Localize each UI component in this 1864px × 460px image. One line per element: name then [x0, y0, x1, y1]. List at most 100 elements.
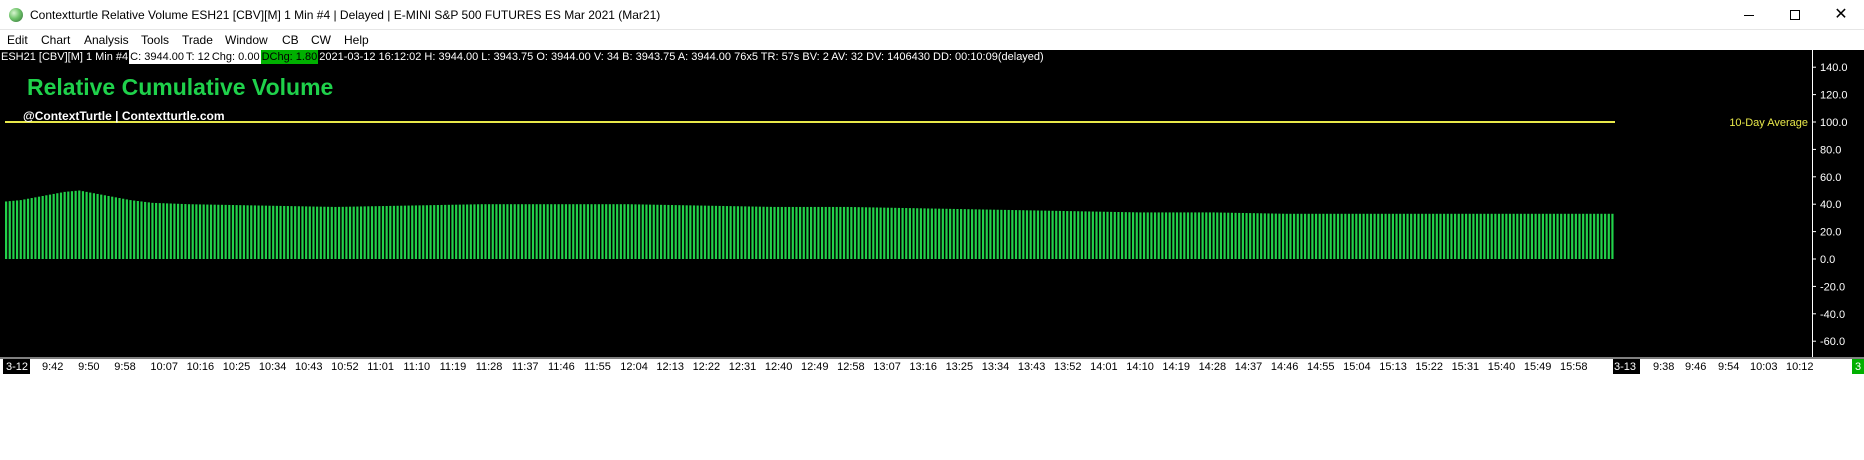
volume-bar: [1344, 213, 1347, 259]
volume-bar: [392, 205, 396, 259]
volume-bar: [436, 205, 439, 259]
volume-bar: [1571, 213, 1574, 259]
x-tick-label: 11:01: [367, 361, 394, 373]
volume-bar: [788, 206, 791, 259]
volume-bar: [129, 200, 132, 259]
relative-volume-chart[interactable]: 140.0 120.0 100.0 80.0 60.0 40.0 20.0 0.0 -20.0 -…: [0, 50, 1864, 460]
volume-bar: [498, 204, 502, 259]
menu-item-analysis[interactable]: Analysis: [84, 33, 129, 47]
volume-bar: [429, 205, 432, 259]
close-button[interactable]: ✕: [1818, 0, 1864, 30]
volume-bar: [23, 199, 26, 259]
volume-bar: [685, 205, 688, 259]
volume-bar: [627, 204, 630, 259]
app-globe-icon: [9, 8, 23, 22]
volume-bar: [1384, 213, 1387, 259]
volume-bar: [861, 207, 864, 259]
volume-bar: [1457, 213, 1460, 259]
volume-bar: [1369, 213, 1373, 259]
volume-bar: [1289, 213, 1292, 259]
volume-bar: [1003, 209, 1007, 259]
y-tick-label: -40.0: [1820, 309, 1845, 321]
volume-bar: [667, 204, 670, 259]
volume-bar: [1018, 210, 1021, 259]
menu-item-help[interactable]: Help: [344, 33, 369, 47]
volume-bar: [1402, 213, 1405, 259]
volume-bar: [1541, 213, 1545, 259]
volume-bar: [744, 206, 747, 259]
x-tick-label: 12:58: [837, 361, 865, 373]
menu-bar: Edit Chart Analysis Tools Trade Window C…: [0, 30, 1864, 50]
volume-bar: [224, 204, 227, 259]
volume-bar: [956, 209, 959, 259]
volume-bar: [5, 201, 8, 259]
volume-bar: [1088, 211, 1091, 259]
volume-bar: [700, 205, 703, 259]
menu-item-cw[interactable]: CW: [311, 33, 331, 47]
volume-bar: [19, 200, 22, 259]
x-tick-label: 3-13: [1614, 361, 1636, 373]
volume-bar: [48, 194, 52, 259]
y-tick-label: 140.0: [1820, 62, 1848, 74]
volume-bar: [1227, 212, 1230, 259]
volume-bar: [1201, 212, 1204, 259]
volume-bar: [301, 206, 304, 259]
volume-bar: [1483, 213, 1486, 259]
maximize-icon: [1790, 10, 1800, 20]
volume-bar: [1450, 213, 1453, 259]
volume-bar: [1208, 212, 1212, 259]
maximize-button[interactable]: [1772, 0, 1818, 30]
x-tick-label: 10:16: [187, 361, 215, 373]
x-tick-label: 9:58: [114, 361, 135, 373]
volume-bar: [1183, 212, 1186, 259]
volume-bar: [718, 205, 721, 259]
volume-bar: [1314, 213, 1318, 259]
menu-item-trade[interactable]: Trade: [182, 33, 213, 47]
volume-bar: [630, 204, 633, 259]
y-tick-label: -20.0: [1820, 281, 1845, 293]
volume-bar: [601, 204, 604, 259]
volume-bar: [264, 205, 267, 259]
volume-bar: [1388, 213, 1391, 259]
volume-bar: [316, 206, 319, 259]
menu-item-tools[interactable]: Tools: [141, 33, 169, 47]
menu-item-edit[interactable]: Edit: [7, 33, 28, 47]
x-tick-label: 11:37: [512, 361, 539, 373]
volume-bar: [1538, 213, 1541, 259]
volume-bar: [202, 204, 205, 259]
chart-panel[interactable]: 140.0 120.0 100.0 80.0 60.0 40.0 20.0 0.0 -20.0 -…: [0, 50, 1864, 460]
volume-bar: [949, 208, 952, 259]
volume-bar: [45, 195, 48, 259]
volume-bar: [1058, 210, 1062, 259]
volume-bar: [356, 206, 359, 259]
volume-bar: [641, 204, 644, 259]
volume-bar: [1552, 213, 1555, 259]
minimize-button[interactable]: [1726, 0, 1772, 30]
volume-bar: [506, 204, 509, 259]
volume-bar: [176, 203, 180, 259]
volume-bar: [253, 205, 257, 259]
volume-bar: [645, 204, 648, 259]
volume-bar: [1051, 210, 1054, 259]
volume-bar: [649, 204, 652, 259]
volume-bar: [1073, 211, 1076, 259]
volume-bar: [103, 195, 106, 259]
volume-bar: [133, 200, 136, 259]
volume-bar: [524, 204, 527, 259]
volume-bar: [978, 209, 981, 259]
volume-bar: [930, 208, 933, 259]
volume-bar: [283, 205, 286, 259]
volume-bar: [1234, 212, 1237, 259]
volume-bar: [1505, 213, 1508, 259]
volume-bar: [773, 206, 776, 259]
menu-item-cb[interactable]: CB: [282, 33, 299, 47]
volume-bar: [187, 204, 191, 259]
menu-item-chart[interactable]: Chart: [41, 33, 70, 47]
volume-bar: [612, 204, 615, 259]
volume-bar: [1230, 212, 1233, 259]
volume-bar: [1516, 213, 1519, 259]
volume-bar: [722, 205, 725, 259]
menu-item-window[interactable]: Window: [225, 33, 268, 47]
volume-bar: [169, 203, 172, 259]
y-tick-label: 120.0: [1820, 90, 1848, 102]
